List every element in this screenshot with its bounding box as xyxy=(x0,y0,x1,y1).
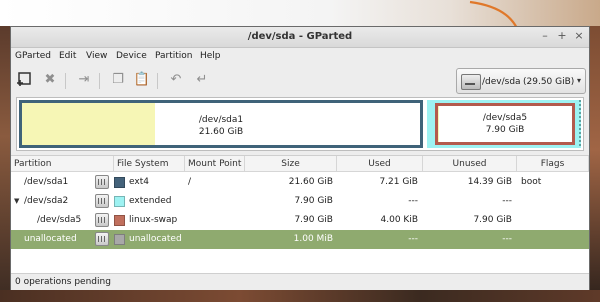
cell-used: 7.21 GiB xyxy=(379,177,418,187)
column-header-partition[interactable]: Partition xyxy=(11,156,114,172)
partition-info-icon xyxy=(95,194,109,208)
disk-map-sda5[interactable]: /dev/sda5 7.90 GiB xyxy=(435,103,575,145)
filesystem-color-swatch xyxy=(114,215,125,226)
device-size: (29.50 GiB) xyxy=(523,77,575,87)
partition-table: Partition File System Mount Point Size U… xyxy=(11,155,589,274)
undo-icon[interactable]: ↶ xyxy=(167,71,185,89)
cell-unused: 7.90 GiB xyxy=(473,215,512,225)
used-space-bar xyxy=(438,106,439,142)
disk-map-sda2-extended[interactable]: /dev/sda5 7.90 GiB xyxy=(427,100,581,148)
cell-unused: 14.39 GiB xyxy=(467,177,512,187)
filesystem-color-swatch xyxy=(114,177,125,188)
menu-help[interactable]: Help xyxy=(200,51,221,61)
table-row[interactable]: ▼ /dev/sda2 extended 7.90 GiB --- --- xyxy=(11,192,589,211)
filesystem-color-swatch xyxy=(114,196,125,207)
partition-info-icon xyxy=(95,175,109,189)
disk-map: /dev/sda1 21.60 GiB /dev/sda5 7.90 GiB xyxy=(16,97,584,151)
disk-map-sda1[interactable]: /dev/sda1 21.60 GiB xyxy=(19,100,423,148)
partition-info-icon xyxy=(95,213,109,227)
cell-used: --- xyxy=(408,196,418,206)
desktop-background-right xyxy=(590,26,600,302)
delete-icon[interactable]: ✖ xyxy=(41,71,59,89)
cell-used: 4.00 KiB xyxy=(380,215,418,225)
cell-unused: --- xyxy=(502,234,512,244)
menu-bar: GParted Edit View Device Partition Help xyxy=(11,48,589,66)
partition-name: /dev/sda1 xyxy=(198,115,244,125)
new-partition-icon[interactable] xyxy=(15,71,33,89)
desktop-background-left xyxy=(0,26,10,302)
close-button[interactable]: × xyxy=(573,30,585,42)
status-bar: 0 operations pending xyxy=(11,273,589,290)
cell-size: 21.60 GiB xyxy=(288,177,333,187)
cell-unused: --- xyxy=(502,196,512,206)
cell-filesystem: unallocated xyxy=(129,234,182,244)
toolbar-separator xyxy=(65,73,66,89)
hard-disk-icon xyxy=(461,74,481,90)
title-bar[interactable]: /dev/sda - GParted – + × xyxy=(11,27,589,48)
cell-flags: boot xyxy=(521,177,542,187)
minimize-button[interactable]: – xyxy=(539,30,551,42)
window-title: /dev/sda - GParted xyxy=(247,31,353,42)
menu-view[interactable]: View xyxy=(86,51,107,61)
cell-partition: /dev/sda5 xyxy=(37,215,82,225)
device-selector[interactable]: /dev/sda (29.50 GiB) ▾ xyxy=(456,68,586,94)
cell-partition: /dev/sda2 xyxy=(24,196,69,206)
cell-filesystem: ext4 xyxy=(129,177,149,187)
table-row[interactable]: /dev/sda5 linux-swap 7.90 GiB 4.00 KiB 7.90 … xyxy=(11,211,589,230)
menu-edit[interactable]: Edit xyxy=(59,51,76,61)
cell-mount-point: / xyxy=(188,177,192,187)
partition-name: /dev/sda5 xyxy=(482,113,528,123)
cell-partition: /dev/sda1 xyxy=(24,177,69,187)
column-header-filesystem[interactable]: File System xyxy=(114,156,185,172)
toolbar-separator xyxy=(99,73,100,89)
partition-size: 21.60 GiB xyxy=(198,127,244,137)
cell-used: --- xyxy=(408,234,418,244)
operations-pending-status: 0 operations pending xyxy=(15,277,111,287)
device-name: /dev/sda xyxy=(482,77,521,87)
column-header-used[interactable]: Used xyxy=(337,156,423,172)
table-row[interactable]: unallocated unallocated 1.00 MiB --- --- xyxy=(11,230,589,249)
column-header-size[interactable]: Size xyxy=(245,156,337,172)
desktop-background-bottom xyxy=(0,290,600,302)
partition-info-icon xyxy=(95,232,109,246)
cell-filesystem: linux-swap xyxy=(129,215,178,225)
column-header-unused[interactable]: Unused xyxy=(423,156,517,172)
paste-icon[interactable]: 📋 xyxy=(133,71,151,89)
cell-filesystem: extended xyxy=(129,196,172,206)
maximize-button[interactable]: + xyxy=(556,30,568,42)
toolbar: ✖ ⇥ ❐ 📋 ↶ ↵ /dev/sda (29.50 GiB) ▾ xyxy=(11,66,589,96)
apply-icon[interactable]: ↵ xyxy=(193,71,211,89)
column-header-mount-point[interactable]: Mount Point xyxy=(185,156,245,172)
resize-move-icon[interactable]: ⇥ xyxy=(75,71,93,89)
gparted-window: /dev/sda - GParted – + × GParted Edit Vi… xyxy=(10,26,590,290)
expander-icon[interactable]: ▼ xyxy=(14,197,19,205)
cell-size: 7.90 GiB xyxy=(294,215,333,225)
copy-icon[interactable]: ❐ xyxy=(109,71,127,89)
filesystem-color-swatch xyxy=(114,234,125,245)
toolbar-separator xyxy=(157,73,158,89)
column-header-flags[interactable]: Flags xyxy=(517,156,589,172)
menu-partition[interactable]: Partition xyxy=(155,51,193,61)
menu-device[interactable]: Device xyxy=(116,51,147,61)
menu-gparted[interactable]: GParted xyxy=(15,51,51,61)
cell-size: 7.90 GiB xyxy=(294,196,333,206)
partition-size: 7.90 GiB xyxy=(485,125,525,135)
cell-partition: unallocated xyxy=(24,234,77,244)
chevron-down-icon: ▾ xyxy=(576,76,581,85)
cell-size: 1.00 MiB xyxy=(293,234,333,244)
table-row[interactable]: /dev/sda1 ext4 / 21.60 GiB 7.21 GiB 14.39 GiB… xyxy=(11,173,589,192)
unallocated-stripe xyxy=(579,100,581,148)
